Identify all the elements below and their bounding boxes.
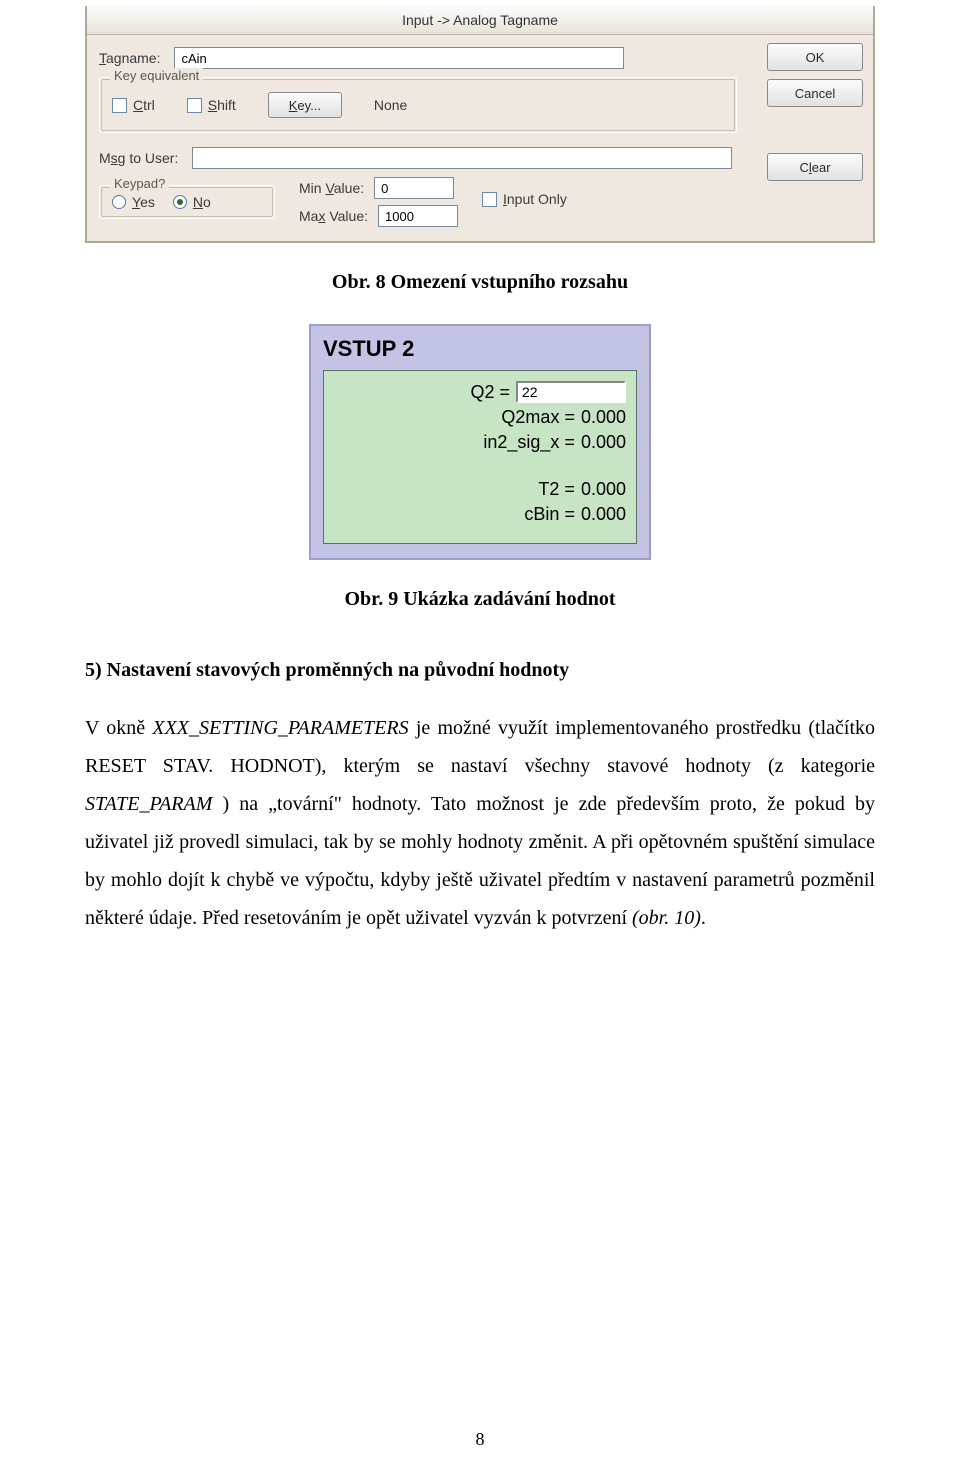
vstup2-panel: VSTUP 2 Q2 = Q2max = 0.000 in2_sig_x = 0… (309, 324, 651, 560)
inputonly-checkbox[interactable]: Input Only (482, 191, 567, 207)
in2sigx-value: 0.000 (581, 432, 626, 453)
ok-button[interactable]: OK (767, 43, 863, 71)
dialog-title: Input -> Analog Tagname (402, 12, 558, 28)
key-value: None (374, 97, 407, 113)
q2-input[interactable] (516, 381, 626, 403)
vstup2-green-area: Q2 = Q2max = 0.000 in2_sig_x = 0.000 T2 … (323, 370, 637, 544)
checkbox-box (112, 98, 127, 113)
analog-tagname-dialog: Input -> Analog Tagname TTagname:agname:… (85, 6, 875, 243)
radio-circle (173, 195, 187, 209)
q2-label: Q2 = (470, 382, 510, 403)
keypad-no-radio[interactable]: No (173, 194, 211, 210)
msg-label: Msg to User: (99, 150, 178, 166)
section5-heading: 5) Nastavení stavových proměnných na pův… (85, 651, 875, 689)
in2sigx-label: in2_sig_x = (483, 432, 575, 453)
keypad-legend: Keypad? (110, 176, 169, 191)
cancel-button[interactable]: Cancel (767, 79, 863, 107)
checkbox-box (482, 192, 497, 207)
shift-checkbox[interactable]: Shift (187, 97, 236, 113)
key-equivalent-group: Key equivalent Ctrl Shift Key... None (99, 77, 737, 133)
ctrl-checkbox[interactable]: Ctrl (112, 97, 155, 113)
body-paragraph: V okně XXX_SETTING_PARAMETERS je možné v… (85, 709, 875, 937)
minvalue-input[interactable] (374, 177, 454, 199)
q2max-label: Q2max = (501, 407, 575, 428)
t2-value: 0.000 (581, 479, 626, 500)
q2max-value: 0.000 (581, 407, 626, 428)
page-number: 8 (0, 1429, 960, 1450)
radio-circle (112, 195, 126, 209)
figure9-caption: Obr. 9 Ukázka zadávání hodnot (0, 588, 960, 611)
msg-input[interactable] (192, 147, 732, 169)
keypad-yes-radio[interactable]: Yes (112, 194, 155, 210)
keypad-group: Keypad? Yes No (99, 185, 275, 219)
maxvalue-input[interactable] (378, 205, 458, 227)
dialog-titlebar: Input -> Analog Tagname (87, 6, 873, 35)
minvalue-label: Min Value: (299, 180, 364, 196)
vstup2-title: VSTUP 2 (323, 336, 637, 362)
tagname-label: TTagname:agname: (99, 50, 160, 66)
maxvalue-label: Max Value: (299, 208, 368, 224)
body-text: 5) Nastavení stavových proměnných na pův… (85, 651, 875, 937)
cbin-label: cBin = (524, 504, 575, 525)
checkbox-box (187, 98, 202, 113)
figure8-caption: Obr. 8 Omezení vstupního rozsahu (0, 271, 960, 294)
key-equivalent-legend: Key equivalent (110, 68, 203, 83)
t2-label: T2 = (538, 479, 575, 500)
tagname-input[interactable] (174, 47, 624, 69)
key-button[interactable]: Key... (268, 92, 342, 118)
cbin-value: 0.000 (581, 504, 626, 525)
clear-button[interactable]: Clear (767, 153, 863, 181)
